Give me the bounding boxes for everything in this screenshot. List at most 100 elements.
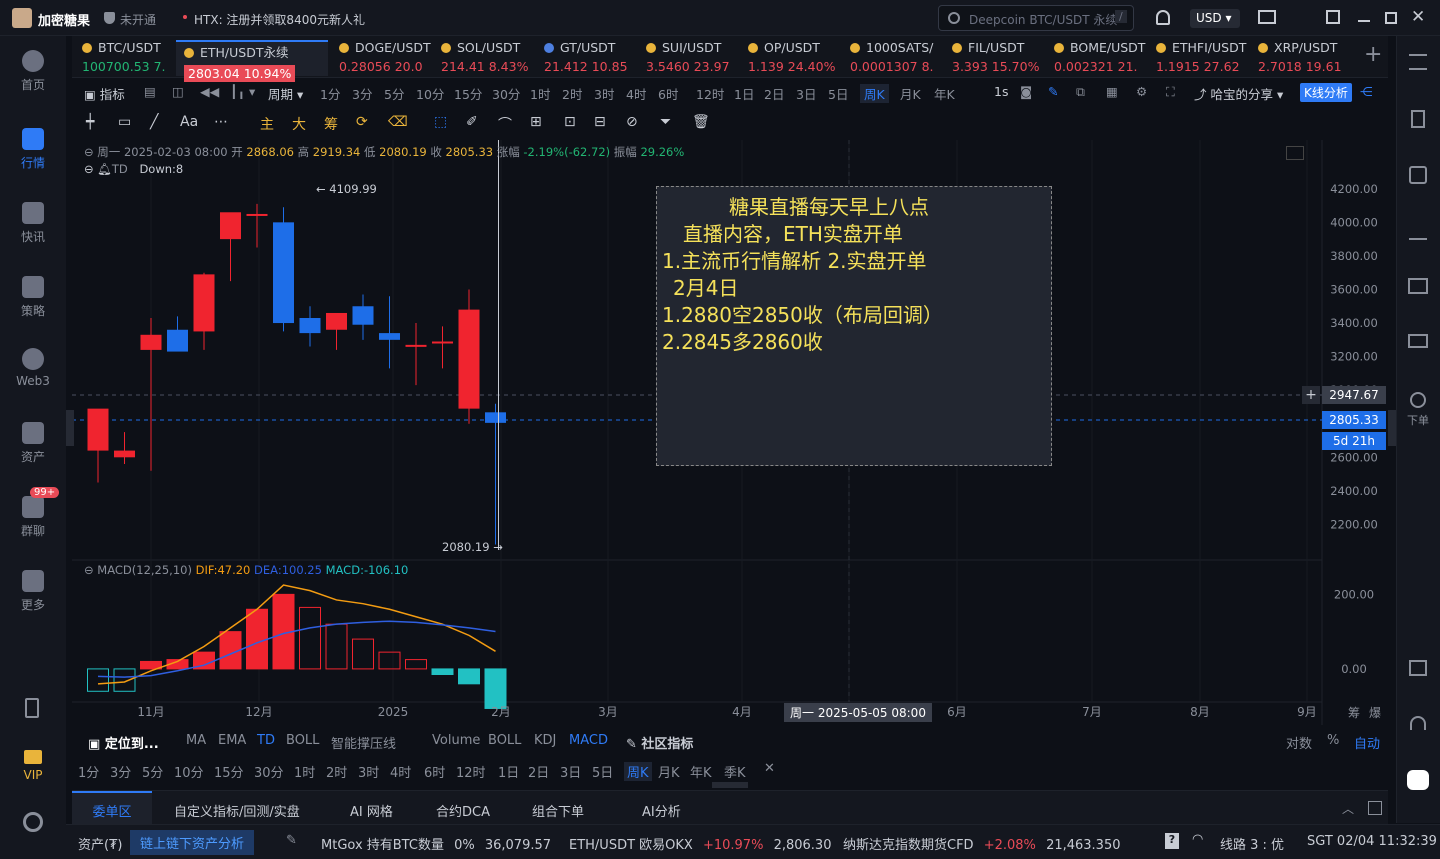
bottom-timeframe-4[interactable]: 15分 (214, 762, 244, 781)
timeframe-10[interactable]: 6时 (658, 84, 678, 103)
tab-orders[interactable]: 委单区 (72, 791, 152, 824)
timeframe-9[interactable]: 4时 (626, 84, 646, 103)
locate-button[interactable]: ▣ 定位到... (88, 733, 159, 752)
percent-scale-button[interactable]: % (1327, 733, 1339, 748)
timeframe-14[interactable]: 3日 (796, 84, 816, 103)
timeframe-8[interactable]: 3时 (594, 84, 614, 103)
timeframe-0[interactable]: 1分 (320, 84, 340, 103)
indicator-td[interactable]: TD (257, 733, 275, 748)
bottom-timeframe-19[interactable]: 季K (724, 762, 746, 781)
tab-combo-order[interactable]: 组合下单 (532, 801, 584, 820)
chart-expand-icon[interactable] (1286, 146, 1304, 160)
bottom-timeframe-17[interactable]: 月K (658, 762, 680, 781)
ticker-8[interactable]: FIL/USDT 3.393 15.70% (952, 40, 1050, 76)
ticker-6[interactable]: OP/USDT 1.139 24.40% (748, 40, 846, 76)
left-collapse-icon[interactable] (66, 410, 74, 446)
indicator-boll-sub[interactable]: BOLL (488, 733, 521, 748)
ticker-3[interactable]: SOL/USDT 214.41 8.43% (441, 40, 539, 76)
chevron-up-icon[interactable]: ︿ (1342, 800, 1354, 817)
crosshair-add-icon[interactable]: + (1302, 386, 1320, 404)
expand-panel-icon[interactable] (1368, 801, 1382, 815)
line-tool-icon[interactable]: ╱ (150, 114, 158, 130)
indicator-ema[interactable]: EMA (218, 733, 246, 748)
timeframe-2[interactable]: 5分 (384, 84, 404, 103)
ticker-7[interactable]: 1000SATS/0.0001307 8. (850, 40, 948, 76)
drag-handle-icon[interactable] (712, 782, 748, 788)
kline-analysis-button[interactable]: K线分析 (1300, 83, 1352, 102)
bottom-timeframe-13[interactable]: 2日 (528, 762, 549, 781)
bottom-timeframe-14[interactable]: 3日 (560, 762, 581, 781)
mail-icon[interactable] (1258, 10, 1276, 24)
currency-select[interactable]: USD ▾ (1190, 9, 1240, 28)
close-tf-icon[interactable]: ✕ (764, 761, 775, 776)
log-scale-button[interactable]: 对数 (1286, 733, 1312, 752)
search-box[interactable]: Deepcoin BTC/USDT 永续 / (938, 5, 1134, 31)
indicator-boll[interactable]: BOLL (286, 733, 319, 748)
bottom-timeframe-9[interactable]: 4时 (390, 762, 411, 781)
asset-label[interactable]: 资产(₮) (78, 834, 122, 853)
more-tools-icon[interactable]: ⋯ (214, 114, 228, 130)
add-ticker-icon[interactable]: + (1364, 42, 1382, 67)
ticker-nasdaq[interactable]: 纳斯达克指数期货CFD +2.08% 21,463.350 (843, 834, 1121, 853)
headset-icon[interactable] (1410, 716, 1426, 730)
bottom-timeframe-11[interactable]: 12时 (456, 762, 486, 781)
bottom-timeframe-2[interactable]: 5分 (142, 762, 163, 781)
timeframe-11[interactable]: 12时 (696, 84, 724, 103)
tab-ai-grid[interactable]: AI 网格 (350, 801, 393, 820)
rect-tool-icon[interactable]: ▭ (118, 114, 131, 130)
timeframe-7[interactable]: 2时 (562, 84, 582, 103)
tab-custom-indicators[interactable]: 自定义指标/回测/实盘 (174, 801, 300, 820)
bottom-timeframe-12[interactable]: 1日 (498, 762, 519, 781)
nav-strategy[interactable]: 策略 (0, 276, 66, 319)
refresh-tool-icon[interactable]: ⟳ (356, 114, 368, 130)
timeframe-16[interactable]: 周K (860, 84, 889, 103)
settings-icon[interactable] (23, 812, 43, 832)
ticker-11[interactable]: XRP/USDT 2.7018 19.61 (1258, 40, 1356, 76)
ticker-10[interactable]: ETHFI/USDT 1.1915 27.62 (1156, 40, 1254, 76)
bottom-timeframe-16[interactable]: 周K (624, 762, 652, 781)
link-tool-icon[interactable]: ⊘ (626, 114, 638, 130)
ticker-2[interactable]: DOGE/USDT 0.28056 20.0 (339, 40, 435, 76)
magnet-tool-icon[interactable]: ⌒ (498, 114, 512, 134)
doc-icon[interactable] (1411, 110, 1425, 128)
tab-dca[interactable]: 合约DCA (436, 801, 490, 820)
tab-ai-analysis[interactable]: AI分析 (642, 801, 681, 820)
hline-tool-icon[interactable]: ┿ (86, 114, 94, 130)
bottom-timeframe-0[interactable]: 1分 (78, 762, 99, 781)
camera-icon[interactable]: ◙ (1020, 84, 1032, 99)
bottom-timeframe-1[interactable]: 3分 (110, 762, 131, 781)
nav-assets[interactable]: 资产 (0, 422, 66, 465)
gear-icon[interactable]: ⚙ (1136, 84, 1147, 99)
axis-chips-label[interactable]: 筹 (1348, 704, 1360, 721)
interval-label[interactable]: 1s (994, 84, 1008, 99)
help-icon[interactable]: ? (1165, 833, 1179, 849)
bottom-timeframe-15[interactable]: 5日 (592, 762, 613, 781)
indicator-kdj[interactable]: KDJ (534, 733, 556, 748)
etf-icon[interactable] (1408, 334, 1428, 348)
line-status[interactable]: 线路 3 : 优 (1220, 834, 1284, 853)
popout-icon[interactable] (1326, 10, 1340, 24)
chain-analysis-button[interactable]: 链上链下资产分析 (130, 830, 255, 855)
main-force-button[interactable]: 主 (260, 114, 274, 134)
chips-button[interactable]: 筹 (324, 114, 338, 134)
maximize-icon[interactable] (1385, 12, 1397, 24)
nav-web3[interactable]: Web3 (0, 348, 66, 388)
timeframe-12[interactable]: 1日 (734, 84, 754, 103)
close-icon[interactable]: ✕ (1411, 7, 1425, 27)
lock-tool-icon[interactable]: ⊡ (564, 114, 576, 130)
timeframe-4[interactable]: 15分 (454, 84, 482, 103)
ticker-4[interactable]: GT/USDT 21.412 10.85 (544, 40, 642, 76)
bottom-timeframe-3[interactable]: 10分 (174, 762, 204, 781)
right-collapse-icon[interactable] (1388, 410, 1396, 446)
trash-tool-icon[interactable]: 🗑 (692, 114, 710, 130)
nav-home[interactable]: 首页 (0, 50, 66, 93)
share-nodes-icon[interactable]: ⋲ (1360, 84, 1373, 99)
order-icon[interactable] (1410, 392, 1426, 408)
timeframe-3[interactable]: 10分 (416, 84, 444, 103)
order-label[interactable]: 下单 (1407, 412, 1429, 428)
timeframe-5[interactable]: 30分 (492, 84, 520, 103)
minimize-icon[interactable] (1358, 20, 1370, 22)
filter-tool-icon[interactable]: ⏷ (660, 114, 671, 130)
period-select[interactable]: 周期 ▾ (268, 84, 303, 103)
dollar-icon[interactable] (1409, 166, 1427, 184)
